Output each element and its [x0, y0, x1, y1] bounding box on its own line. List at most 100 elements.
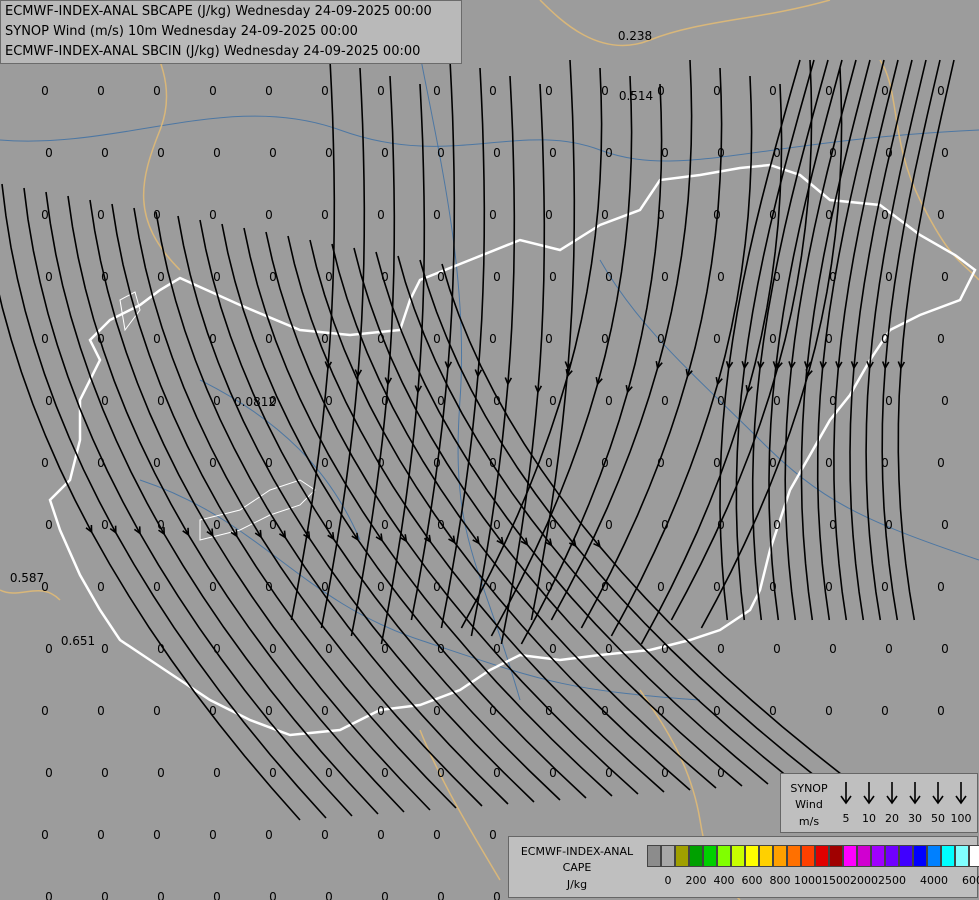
- cape-value-label: 0: [41, 456, 49, 470]
- cape-color-swatch: [885, 845, 899, 867]
- cape-value-label: 0: [713, 208, 721, 222]
- cape-value-label: 0: [941, 642, 949, 656]
- cape-value-label: 0: [45, 394, 53, 408]
- cape-value-label: 0: [549, 270, 557, 284]
- cape-value-label: 0: [881, 580, 889, 594]
- cape-value-label: 0: [157, 766, 165, 780]
- cape-value-label: 0: [157, 146, 165, 160]
- cape-value-label: 0: [881, 704, 889, 718]
- cape-value-label: 0: [545, 580, 553, 594]
- map-canvas[interactable]: 0 0 0 0 0 0 0 0 0 0 0 0 0 0 0 0 0 0 0 0 0 0 0 0 0 0 0 0 0 0 0 0 0 0 0 0 0 0 0 0…: [0, 0, 979, 900]
- streamline: [865, 59, 927, 621]
- cape-value-label: 0: [265, 208, 273, 222]
- cape-value-label: 0: [157, 642, 165, 656]
- streamline: [490, 75, 633, 637]
- cape-color-legend: ECMWF-INDEX-ANAL CAPE J/kg 0 200 400 600 800…: [508, 836, 979, 898]
- cape-value-label: 0: [717, 766, 725, 780]
- cape-value-label: 0: [829, 270, 837, 284]
- cape-value-label: 0: [101, 518, 109, 532]
- cape-value-label: 0: [265, 580, 273, 594]
- cape-value-label: 0: [717, 394, 725, 408]
- cape-color-swatch: [899, 845, 913, 867]
- cape-color-swatch: [717, 845, 731, 867]
- wind-arrow-icon: [955, 782, 967, 805]
- river-line: [409, 0, 521, 701]
- neighbor-border-layer: [0, 0, 979, 900]
- streamline: [177, 215, 535, 803]
- cape-value-label: 0: [45, 890, 53, 900]
- cape-value-label: 0: [825, 704, 833, 718]
- cape-value-label: 0: [493, 518, 501, 532]
- wind-arrow-icon: [863, 782, 875, 805]
- cape-value-label: 0: [209, 704, 217, 718]
- cape-value-label: 0: [377, 828, 385, 842]
- cape-color-swatch: [815, 845, 829, 867]
- cape-value-label: 0: [325, 642, 333, 656]
- cape-value-label: 0: [209, 332, 217, 346]
- cape-color-swatch: [801, 845, 815, 867]
- cape-value-label: 0: [209, 456, 217, 470]
- cape-value-label: 0: [825, 332, 833, 346]
- cape-value-label-nonzero: 0.0812: [234, 395, 276, 409]
- cape-color-swatch: [843, 845, 857, 867]
- cape-color-swatch: [703, 845, 717, 867]
- cape-value-label: 0: [265, 704, 273, 718]
- cape-tick-label: 2000: [850, 874, 878, 887]
- cape-value-label: 0: [657, 456, 665, 470]
- cape-value-label: 0: [885, 394, 893, 408]
- cape-value-label: 0: [321, 84, 329, 98]
- cape-value-label: 0: [937, 456, 945, 470]
- cape-value-label: 0: [209, 208, 217, 222]
- synop-legend-wind: Wind: [795, 798, 823, 811]
- streamline: [550, 59, 693, 621]
- cape-value-label: 0: [549, 394, 557, 408]
- cape-value-label: 0: [101, 890, 109, 900]
- cape-value-label: 0: [265, 456, 273, 470]
- streamline: [309, 239, 691, 791]
- wind-speed-label: 30: [908, 812, 922, 825]
- cape-value-label: 0: [437, 642, 445, 656]
- streamline: [67, 195, 405, 813]
- cape-value-label: 0: [437, 766, 445, 780]
- cape-value-label: 0: [97, 704, 105, 718]
- cape-value-label: 0: [657, 580, 665, 594]
- wind-speed-label: 10: [862, 812, 876, 825]
- wind-arrow-icon: [840, 782, 852, 805]
- cape-value-label: 0: [769, 704, 777, 718]
- cape-value-label: 0: [885, 270, 893, 284]
- cape-value-label: 0: [377, 208, 385, 222]
- cape-value-label: 0: [437, 146, 445, 160]
- synop-legend-unit: m/s: [798, 815, 820, 828]
- cape-value-label: 0: [45, 518, 53, 532]
- cape-value-label: 0: [717, 518, 725, 532]
- cape-value-label-nonzero: 0.587: [10, 571, 44, 585]
- title-box: ECMWF-INDEX-ANAL SBCAPE (J/kg) Wednesday…: [0, 0, 462, 64]
- cape-tick-label: 2500: [878, 874, 906, 887]
- cape-value-label: 0: [941, 146, 949, 160]
- cape-value-label: 0: [885, 642, 893, 656]
- streamline: [350, 75, 396, 637]
- cape-value-label: 0: [661, 642, 669, 656]
- cape-value-label: 0: [493, 642, 501, 656]
- cape-value-label: 0: [381, 270, 389, 284]
- cape-legend-unit: J/kg: [566, 878, 588, 891]
- cape-value-label: 0: [601, 456, 609, 470]
- wind-speed-label: 50: [931, 812, 945, 825]
- cape-value-label: 0: [325, 766, 333, 780]
- cape-value-label: 0: [661, 394, 669, 408]
- cape-value-label: 0: [773, 642, 781, 656]
- title-line-cin: ECMWF-INDEX-ANAL SBCIN (J/kg) Wednesday …: [5, 44, 421, 59]
- cape-value-label: 0: [937, 704, 945, 718]
- streamline-map: 0 0 0 0 0 0 0 0 0 0 0 0 0 0 0 0 0 0 0 0 0 0 0 0 0 0 0 0 0 0 0 0 0 0 0 0 0 0 0 0…: [0, 0, 979, 900]
- cape-value-label: 0: [885, 146, 893, 160]
- cape-value-label: 0: [433, 456, 441, 470]
- cape-value-label: 0: [153, 84, 161, 98]
- cape-value-label: 0: [153, 208, 161, 222]
- cape-value-label: 0: [437, 890, 445, 900]
- cape-value-label: 0: [717, 270, 725, 284]
- cape-value-label: 0: [97, 580, 105, 594]
- cape-value-label: 0: [825, 580, 833, 594]
- streamline: [440, 67, 486, 629]
- neighbor-border: [0, 589, 61, 601]
- cape-tick-label: 600: [741, 874, 763, 887]
